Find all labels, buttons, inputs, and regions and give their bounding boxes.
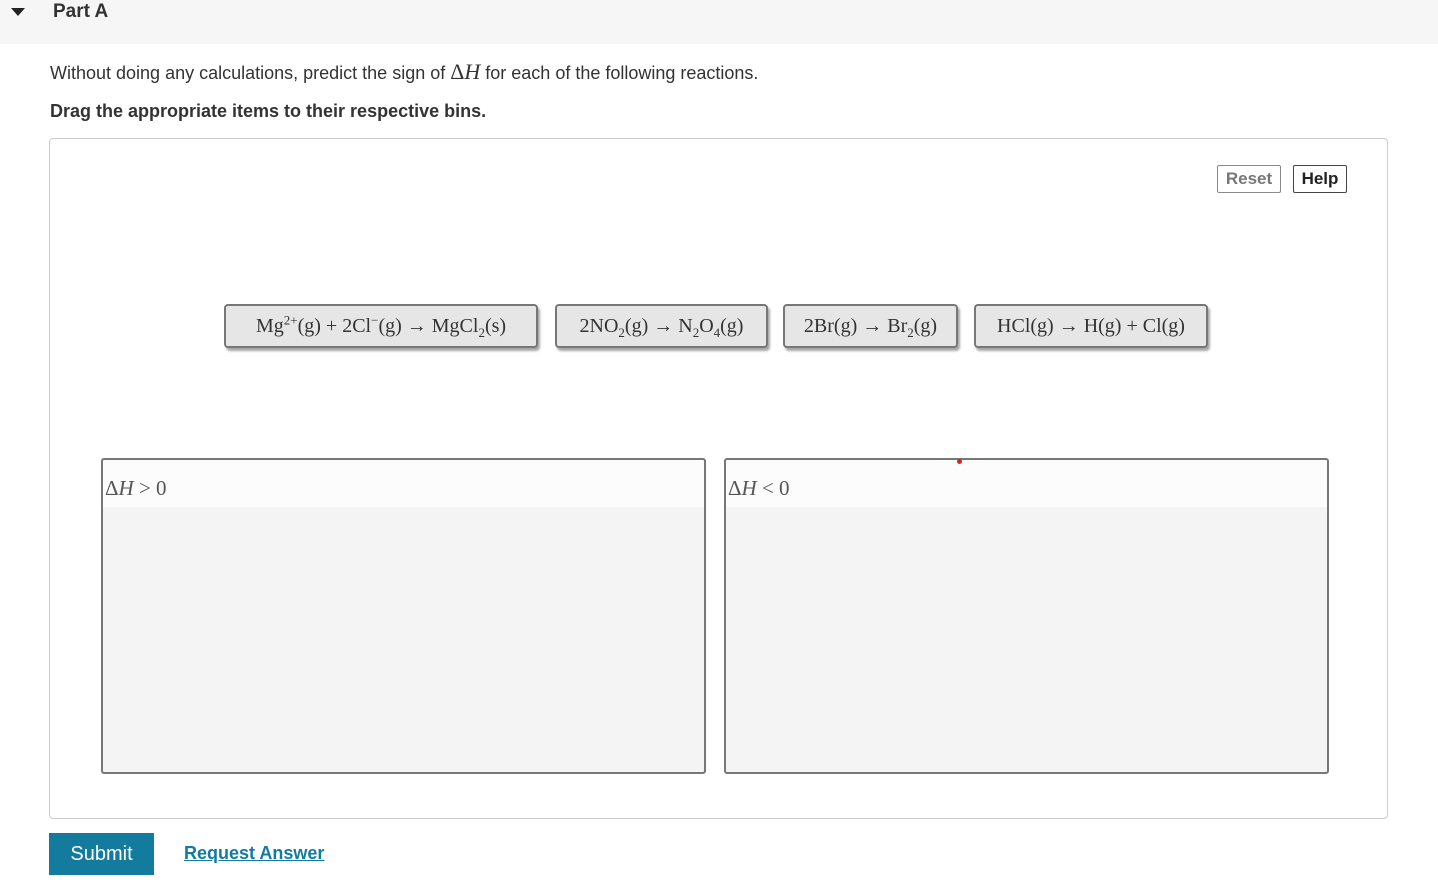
item-text: Mg (255, 315, 284, 337)
delta-symbol: Δ (105, 476, 119, 500)
question-text: Without doing any calculations, predict … (50, 60, 758, 85)
bin-delta-h-positive[interactable]: ΔH > 0 (101, 458, 706, 774)
item-superscript: 2+ (283, 312, 298, 328)
part-header[interactable]: Part A (0, 0, 1438, 44)
submit-button[interactable]: Submit (49, 833, 154, 875)
bin-relation: > 0 (133, 476, 167, 500)
item-text: (g) → MgCl (378, 315, 479, 337)
help-button[interactable]: Help (1293, 165, 1347, 193)
item-text: O (699, 315, 714, 337)
item-text: 2NO (579, 315, 619, 337)
draggable-item-hcl-dissociation[interactable]: HCl(g) → H(g) + Cl(g) (974, 304, 1208, 348)
delta-h-symbol: ΔH (450, 59, 480, 84)
drag-drop-workspace: Reset Help Mg2+(g) + 2Cl−(g) → MgCl2(s) … (49, 138, 1388, 819)
question-text-after: for each of the following reactions. (480, 63, 759, 83)
draggable-item-br2-formation[interactable]: 2Br(g) → Br2(g) (783, 304, 958, 348)
item-text: (g) + 2Cl (297, 315, 372, 337)
enthalpy-variable: H (118, 476, 134, 500)
delta-symbol: Δ (728, 476, 742, 500)
item-text: (g) → N (624, 315, 693, 337)
reset-button[interactable]: Reset (1217, 165, 1281, 193)
item-text: (g) (720, 315, 744, 337)
bin-label: ΔH > 0 (103, 460, 704, 507)
enthalpy-variable: H (741, 476, 757, 500)
enthalpy-variable: H (464, 59, 481, 84)
request-answer-link[interactable]: Request Answer (184, 843, 324, 863)
part-title: Part A (53, 1, 109, 22)
bin-delta-h-negative[interactable]: ΔH < 0 (724, 458, 1329, 774)
bin-relation: < 0 (756, 476, 790, 500)
item-text: HCl(g) → H(g) + Cl(g) (997, 315, 1185, 337)
collapse-triangle-icon[interactable] (11, 8, 25, 16)
instruction-text: Drag the appropriate items to their resp… (50, 101, 487, 121)
bin-label: ΔH < 0 (726, 460, 1327, 507)
item-text: 2Br(g) → Br (803, 315, 908, 337)
question-text-before: Without doing any calculations, predict … (50, 63, 451, 83)
item-text: (g) (913, 315, 938, 337)
draggable-item-mgcl2-formation[interactable]: Mg2+(g) + 2Cl−(g) → MgCl2(s) (224, 304, 538, 348)
draggable-item-no2-dimerization[interactable]: 2NO2(g) → N2O4(g) (555, 304, 768, 348)
delta-symbol: Δ (450, 59, 465, 84)
red-dot-marker (957, 459, 962, 464)
item-text: (s) (484, 315, 507, 337)
